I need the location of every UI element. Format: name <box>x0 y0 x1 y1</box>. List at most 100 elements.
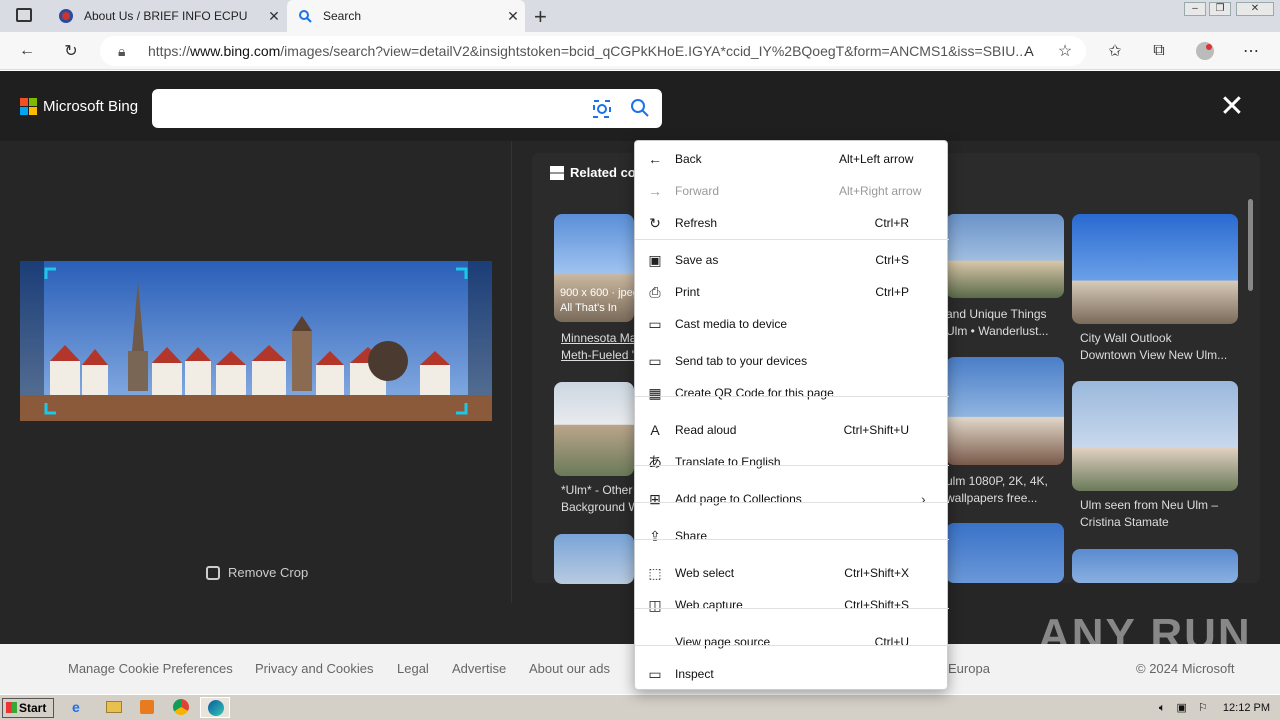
result-thumbnail[interactable] <box>946 523 1064 583</box>
favorites-icon[interactable]: ✩ <box>1104 40 1126 62</box>
menu-item-translate-to-english[interactable]: あ Translate to English <box>635 446 949 478</box>
related-content-header: Related co <box>550 165 636 180</box>
search-input[interactable] <box>152 89 662 128</box>
result-thumbnail[interactable] <box>554 534 634 584</box>
add-favorite-icon[interactable]: ☆ <box>1054 40 1076 62</box>
menu-item-view-page-source[interactable]: View page source Ctrl+U <box>635 626 949 658</box>
result-caption[interactable]: ulm 1080P, 2K, 4K, wallpapers free... <box>946 473 1048 507</box>
scrollbar[interactable] <box>1248 199 1253 291</box>
menu-item-label: Refresh <box>675 216 718 230</box>
menu-item-back[interactable]: ← Back Alt+Left arrow <box>635 143 949 175</box>
menu-separator <box>635 465 949 466</box>
close-window-button[interactable]: ✕ <box>1236 2 1274 16</box>
result-caption[interactable]: Ulm seen from Neu Ulm – Cristina Stamate <box>1080 497 1218 531</box>
chrome-icon[interactable] <box>173 699 189 715</box>
brand-text: Microsoft Bing <box>43 98 139 115</box>
result-thumbnail[interactable]: 900 x 600 · jpeg All That's In <box>554 214 634 322</box>
system-tray: 🔈︎ ▣ ⚐ 12:12 PM <box>1130 697 1280 719</box>
print-icon: ⎙ <box>649 283 661 300</box>
tab-search[interactable]: Search ✕ <box>287 0 525 32</box>
menu-item-web-capture[interactable]: ◫ Web capture Ctrl+Shift+S <box>635 589 949 621</box>
result-thumbnail[interactable] <box>554 382 634 476</box>
network-icon[interactable]: ▣ <box>1177 702 1187 714</box>
result-thumbnail[interactable] <box>1072 549 1238 583</box>
menu-item-shortcut: Ctrl+S <box>875 253 909 267</box>
profile-avatar[interactable] <box>1194 40 1216 62</box>
bing-header: Microsoft Bing ✕ <box>0 71 1280 141</box>
footer-link[interactable]: Legal <box>397 661 429 676</box>
tab-actions-icon[interactable] <box>16 8 32 22</box>
menu-separator <box>635 608 949 609</box>
thumbnail-overlay: 900 x 600 · jpeg All That's In <box>560 287 634 314</box>
close-tab-icon[interactable]: ✕ <box>262 8 286 25</box>
minimize-button[interactable]: – <box>1184 2 1206 16</box>
read-aloud-icon: A <box>650 422 660 438</box>
result-thumbnail[interactable] <box>946 357 1064 465</box>
footer-link[interactable]: About our ads <box>529 661 610 676</box>
menu-item-label: Read aloud <box>675 423 737 437</box>
footer-link[interactable]: Europa <box>948 661 990 676</box>
menu-item-save-as[interactable]: ▣ Save as Ctrl+S <box>635 244 949 276</box>
ie-icon[interactable]: e <box>72 699 88 715</box>
menu-item-print[interactable]: ⎙ Print Ctrl+P <box>635 276 949 308</box>
menu-item-share[interactable]: ⇪ Share <box>635 520 949 552</box>
site-favicon-icon <box>58 8 74 24</box>
close-tab-icon[interactable]: ✕ <box>501 8 525 25</box>
flag-icon[interactable]: ⚐ <box>1198 702 1208 714</box>
bing-logo[interactable]: Microsoft Bing <box>20 98 138 115</box>
close-icon[interactable]: ✕ <box>1218 92 1246 122</box>
result-caption[interactable]: Minnesota Ma Meth-Fueled ' <box>561 330 636 364</box>
result-caption[interactable]: *Ulm* - Other Background W <box>561 482 640 516</box>
footer-link[interactable]: Manage Cookie Preferences <box>68 661 233 676</box>
refresh-icon: ↻ <box>649 214 661 231</box>
collections-icon[interactable]: ⧉ <box>1148 40 1170 62</box>
related-label: Related co <box>570 165 636 180</box>
result-thumbnail[interactable] <box>1072 381 1238 491</box>
result-caption[interactable]: and Unique Things Ulm • Wanderlust... <box>946 306 1048 340</box>
footer-link[interactable]: Privacy and Cookies <box>255 661 374 676</box>
result-thumbnail[interactable] <box>1072 214 1238 324</box>
restore-button[interactable]: ❐ <box>1209 2 1231 16</box>
clock[interactable]: 12:12 PM <box>1223 702 1270 714</box>
folder-icon[interactable] <box>106 701 122 713</box>
menu-item-label: Back <box>675 152 702 166</box>
menu-item-send-tab-to-your-devices[interactable]: ▭ Send tab to your devices <box>635 345 949 377</box>
share-icon: ⇪ <box>649 527 661 544</box>
image-preview-pane: Remove Crop <box>0 141 512 603</box>
send-tab-icon: ▭ <box>648 352 662 369</box>
menu-item-refresh[interactable]: ↻ Refresh Ctrl+R <box>635 207 949 239</box>
footer-link[interactable]: Advertise <box>452 661 506 676</box>
tab-bar: About Us / BRIEF INFO ECPU ✕ Search ✕ + … <box>0 0 1280 32</box>
address-bar[interactable]: 🔒︎ https://www.bing.com/images/search?vi… <box>100 36 1086 66</box>
visual-search-icon[interactable] <box>592 99 612 119</box>
cropped-photo[interactable] <box>20 261 492 421</box>
menu-item-web-select[interactable]: ⬚ Web select Ctrl+Shift+X <box>635 557 949 589</box>
menu-item-add-page-to-collections[interactable]: ⊞ Add page to Collections › <box>635 483 949 515</box>
new-tab-button[interactable]: + <box>534 4 547 30</box>
menu-item-label: Translate to English <box>675 455 781 469</box>
menu-item-inspect[interactable]: ▭ Inspect <box>635 658 949 690</box>
web-select-icon: ⬚ <box>648 564 662 581</box>
menu-item-cast-media-to-device[interactable]: ▭ Cast media to device <box>635 308 949 340</box>
tab-about-us[interactable]: About Us / BRIEF INFO ECPU ✕ <box>48 0 286 32</box>
menu-item-create-qr-code-for-this-page[interactable]: ▦ Create QR Code for this page <box>635 377 949 409</box>
volume-icon[interactable]: 🔈︎ <box>1159 702 1166 714</box>
menu-item-shortcut: Ctrl+U <box>874 635 909 649</box>
remove-crop-button[interactable]: Remove Crop <box>206 565 308 580</box>
url-path: /images/search?view=detailV2&insightstok… <box>280 43 1028 59</box>
result-thumbnail[interactable] <box>946 214 1064 298</box>
more-menu-icon[interactable]: ⋯ <box>1240 40 1262 62</box>
edge-taskbar-icon[interactable] <box>200 697 230 718</box>
read-aloud-icon[interactable]: A <box>1018 40 1040 62</box>
menu-item-label: View page source <box>675 635 771 649</box>
search-icon[interactable] <box>630 98 650 118</box>
start-button[interactable]: Start <box>2 698 54 718</box>
result-caption[interactable]: City Wall Outlook Downtown View New Ulm.… <box>1080 330 1227 364</box>
menu-item-label: Cast media to device <box>675 317 788 331</box>
refresh-button[interactable]: ↻ <box>60 40 82 62</box>
tab-title: About Us / BRIEF INFO ECPU <box>84 9 248 23</box>
url-prefix: https:// <box>148 43 191 59</box>
back-button[interactable]: ← <box>16 40 38 62</box>
menu-item-read-aloud[interactable]: A Read aloud Ctrl+Shift+U <box>635 414 949 446</box>
media-player-icon[interactable] <box>140 700 154 714</box>
